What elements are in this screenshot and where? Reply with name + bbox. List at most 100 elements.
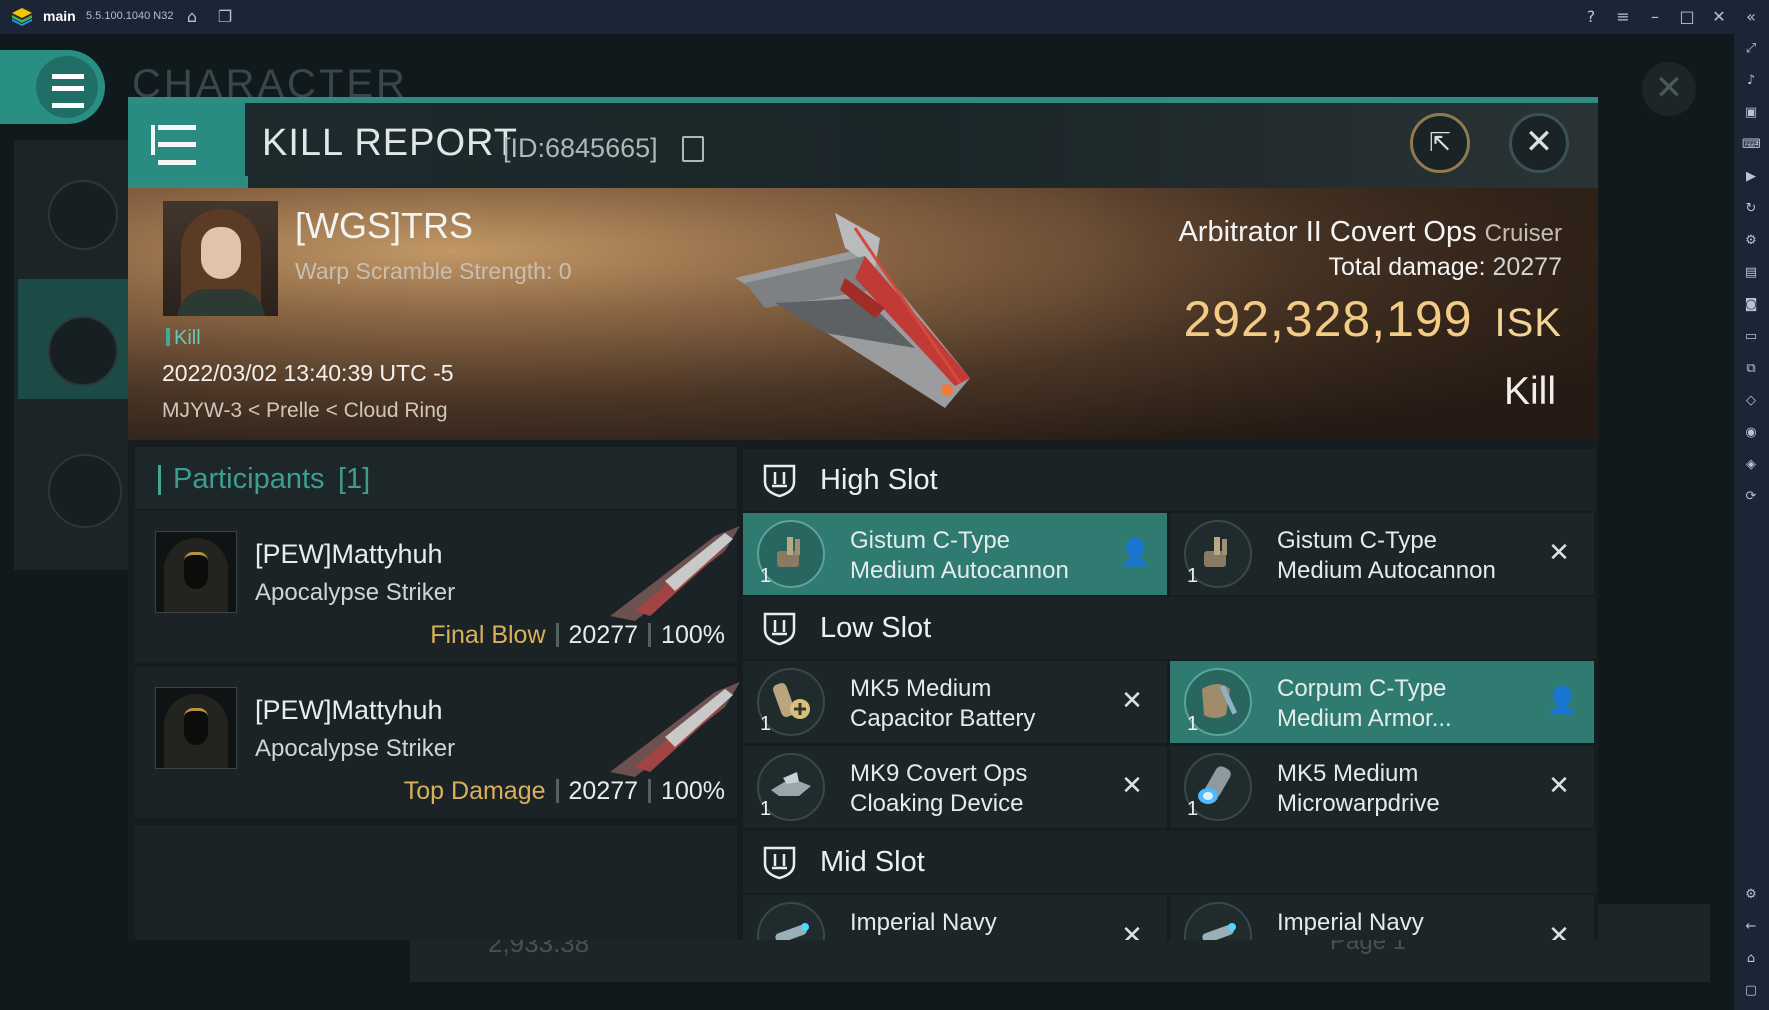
recent-apps-icon[interactable]: ▢ — [1742, 982, 1760, 1000]
module-item[interactable]: 1 MK5 Medium Microwarpdrive ✕ — [1170, 746, 1594, 828]
participant-ship: Apocalypse Striker — [255, 735, 456, 762]
victim-avatar[interactable] — [163, 201, 278, 316]
low-slot-header: Low Slot — [743, 597, 1596, 659]
location-icon[interactable]: ◉ — [1742, 424, 1760, 442]
module-name: Imperial Navy — [850, 909, 997, 936]
maximize-icon[interactable]: □ — [1677, 7, 1697, 27]
screen-record-icon[interactable]: ▣ — [1742, 104, 1760, 122]
kill-location[interactable]: MJYW-3 < Prelle < Cloud Ring — [162, 399, 448, 423]
isk-unit: ISK — [1494, 301, 1562, 345]
participant-ship-image — [610, 682, 740, 777]
total-damage-label: Total damage: — [1328, 253, 1486, 281]
keyboard-icon[interactable]: ⌨ — [1742, 136, 1761, 154]
isk-amount: 292,328,199 — [1183, 291, 1473, 347]
copy-icon[interactable] — [682, 136, 704, 162]
module-icon — [775, 923, 809, 940]
kill-tag: Kill — [166, 327, 201, 350]
share-button[interactable]: ⇱ — [1410, 113, 1470, 173]
home-icon[interactable]: ⌂ — [1742, 950, 1760, 968]
participant-ship-image — [610, 526, 740, 621]
module-name: MK9 Covert Ops Cloaking Device — [850, 760, 1028, 817]
background-close-button[interactable]: ✕ — [1642, 62, 1696, 116]
module-item[interactable]: 1 MK5 Medium Capacitor Battery ✕ — [743, 661, 1167, 743]
module-name: Corpum C-Type Medium Armor... — [1277, 675, 1452, 732]
collapse-sidebar-icon[interactable]: « — [1741, 7, 1761, 27]
multi-instance-icon[interactable]: ⧉ — [1742, 360, 1760, 378]
kill-tag-label: Kill — [174, 327, 201, 349]
close-button[interactable]: ✕ — [1509, 113, 1569, 173]
module-item[interactable]: 1 Gistum C-Type Medium Autocannon 👤 — [743, 513, 1167, 595]
high-slot-header: High Slot — [743, 449, 1596, 511]
close-icon: ✕ — [1524, 122, 1554, 162]
background-combat-icon — [48, 316, 118, 386]
participant-avatar — [155, 687, 237, 769]
settings-icon[interactable]: ⚙ — [1742, 886, 1760, 904]
screenshot-icon[interactable]: ◙ — [1742, 296, 1760, 314]
emulator-sidebar: ⤢ ♪ ▣ ⌨ ▶ ↻ ⚙ ▤ ◙ ▭ ⧉ ◇ ◉ ◈ ⟳ ⚙ ← ⌂ ▢ — [1734, 34, 1769, 1010]
participants-count: [1] — [338, 463, 371, 495]
ship-name-text: Arbitrator II Covert Ops — [1178, 216, 1477, 248]
low-slot-label: Low Slot — [820, 612, 932, 644]
list-menu-icon — [151, 125, 196, 165]
multi-window-icon[interactable]: ❐ — [215, 7, 235, 27]
cloaking-device-icon — [771, 772, 811, 796]
kill-result: Kill — [1503, 370, 1556, 413]
sync-icon[interactable]: ↻ — [1742, 200, 1760, 218]
report-id: [ID:6845665] — [503, 133, 658, 163]
module-name: Gistum C-Type Medium Autocannon — [1277, 527, 1496, 584]
participant-damage: 20277 — [568, 777, 639, 805]
module-item[interactable]: Imperial Navy ✕ — [743, 895, 1167, 940]
module-quantity: 1 — [1187, 713, 1199, 735]
person-icon: 👤 — [1119, 538, 1152, 568]
module-item[interactable]: 1 Corpum C-Type Medium Armor... 👤 — [1170, 661, 1594, 743]
help-icon[interactable]: ? — [1581, 7, 1601, 27]
rotate-icon[interactable]: ⟳ — [1742, 488, 1760, 506]
destroyed-x-icon: ✕ — [1121, 686, 1143, 716]
back-icon[interactable]: ← — [1742, 918, 1760, 936]
home-icon[interactable]: ⌂ — [182, 7, 202, 27]
module-icon — [1202, 923, 1236, 940]
destroyed-x-icon: ✕ — [1121, 771, 1143, 801]
dialog-menu-button[interactable] — [128, 103, 245, 183]
total-damage-value: 20277 — [1492, 253, 1562, 281]
low-slot-icon — [763, 612, 796, 646]
participant-row[interactable]: [PEW]Mattyhuh Apocalypse Striker Top Dam… — [135, 667, 740, 818]
background-menu-button[interactable] — [0, 50, 105, 124]
person-icon: 👤 — [1546, 686, 1579, 716]
volume-icon[interactable]: ♪ — [1742, 72, 1760, 90]
folder-icon[interactable]: ▭ — [1742, 328, 1760, 346]
destroyed-x-icon: ✕ — [1548, 771, 1570, 801]
module-name: Imperial Navy — [1277, 909, 1424, 936]
module-quantity: 1 — [760, 713, 772, 735]
armor-repairer-icon — [1202, 684, 1238, 718]
ship-class: Cruiser — [1484, 220, 1562, 247]
module-quantity: 1 — [1187, 565, 1199, 587]
eco-mode-icon[interactable]: ◇ — [1742, 392, 1760, 410]
controller-icon[interactable]: ⚙ — [1742, 232, 1760, 250]
victim-name[interactable]: [WGS]TRS — [295, 205, 473, 247]
victim-ship-image[interactable] — [715, 208, 1015, 418]
microwarpdrive-icon — [1198, 766, 1231, 804]
apk-icon[interactable]: ▤ — [1742, 264, 1760, 282]
share-icon: ⇱ — [1429, 128, 1451, 158]
victim-ship-name[interactable]: Arbitrator II Covert Ops Cruiser — [1178, 216, 1562, 249]
macro-icon[interactable]: ▶ — [1742, 168, 1760, 186]
minimize-icon[interactable]: – — [1645, 7, 1665, 27]
participant-row[interactable]: [PEW]Mattyhuh Apocalypse Striker Final B… — [135, 511, 740, 662]
module-item[interactable]: Imperial Navy ✕ — [1170, 895, 1594, 940]
close-icon[interactable]: ✕ — [1709, 7, 1729, 27]
module-name: Gistum C-Type Medium Autocannon — [850, 527, 1069, 584]
participant-name: [PEW]Mattyhuh — [255, 539, 443, 569]
module-item[interactable]: 1 MK9 Covert Ops Cloaking Device ✕ — [743, 746, 1167, 828]
menu-icon[interactable]: ≡ — [1613, 7, 1633, 27]
destroyed-x-icon: ✕ — [1548, 538, 1570, 568]
fullscreen-icon[interactable]: ⤢ — [1742, 40, 1760, 58]
module-quantity: 1 — [760, 565, 772, 587]
module-name: MK5 Medium Microwarpdrive — [1277, 760, 1440, 817]
dialog-title: KILL REPORT — [262, 122, 518, 164]
layers-icon[interactable]: ◈ — [1742, 456, 1760, 474]
destroyed-x-icon: ✕ — [1121, 921, 1143, 940]
module-item[interactable]: 1 Gistum C-Type Medium Autocannon ✕ — [1170, 513, 1594, 595]
participant-percent: 100% — [661, 777, 725, 805]
emulator-titlebar: main 5.5.100.1040 N32 ⌂ ❐ ? ≡ – □ ✕ « — [0, 0, 1769, 34]
